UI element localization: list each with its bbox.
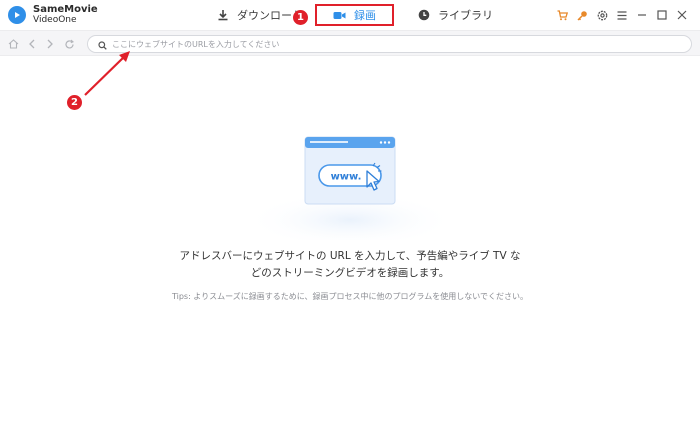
title-bar: SameMovie VideoOne ダウンロード 録画 ライブラリ 1 bbox=[0, 0, 700, 30]
minimize-icon[interactable] bbox=[632, 7, 652, 23]
download-icon bbox=[217, 9, 229, 21]
tab-download[interactable]: ダウンロード bbox=[217, 4, 303, 26]
menu-icon[interactable] bbox=[612, 7, 632, 23]
instruction-line-2: どのストリーミングビデオを録画します。 bbox=[250, 267, 450, 279]
refresh-icon[interactable] bbox=[62, 37, 76, 51]
clock-icon bbox=[418, 9, 430, 21]
key-icon[interactable] bbox=[572, 7, 592, 23]
search-icon bbox=[98, 35, 107, 54]
tab-record[interactable]: 録画 bbox=[315, 4, 394, 26]
app-name: SameMovie bbox=[33, 4, 98, 15]
cart-icon[interactable] bbox=[552, 7, 572, 23]
maximize-icon[interactable] bbox=[652, 7, 672, 23]
forward-icon[interactable] bbox=[43, 37, 57, 51]
step-marker-2: 2 bbox=[67, 95, 82, 110]
video-camera-icon bbox=[333, 10, 346, 21]
browser-illustration: www. bbox=[240, 120, 460, 248]
step-marker-1: 1 bbox=[293, 10, 308, 25]
close-icon[interactable] bbox=[672, 7, 692, 23]
settings-icon[interactable] bbox=[592, 7, 612, 23]
app-logo-icon bbox=[8, 6, 26, 24]
tab-record-label: 録画 bbox=[354, 9, 376, 22]
tips-text: Tips: よりスムーズに録画するために、録画プロセス中に他のプログラムを使用し… bbox=[171, 292, 529, 301]
instruction-message: アドレスバーにウェブサイトの URL を入力して、予告編やライブ TV な どの… bbox=[150, 248, 550, 282]
app-subname: VideoOne bbox=[33, 15, 77, 25]
tab-library-label: ライブラリ bbox=[438, 9, 493, 22]
tab-library[interactable]: ライブラリ bbox=[418, 4, 493, 26]
illustration-www-text: www. bbox=[331, 172, 362, 183]
instruction-line-1: アドレスバーにウェブサイトの URL を入力して、予告編やライブ TV な bbox=[179, 250, 521, 262]
window-controls bbox=[552, 7, 692, 23]
home-icon[interactable] bbox=[6, 37, 20, 51]
back-icon[interactable] bbox=[25, 37, 39, 51]
browser-bar bbox=[0, 30, 700, 56]
url-input[interactable] bbox=[112, 39, 672, 49]
url-bar[interactable] bbox=[87, 35, 692, 53]
app-window: SameMovie VideoOne ダウンロード 録画 ライブラリ 1 ここに… bbox=[0, 0, 700, 446]
app-brand: SameMovie VideoOne bbox=[8, 4, 98, 26]
